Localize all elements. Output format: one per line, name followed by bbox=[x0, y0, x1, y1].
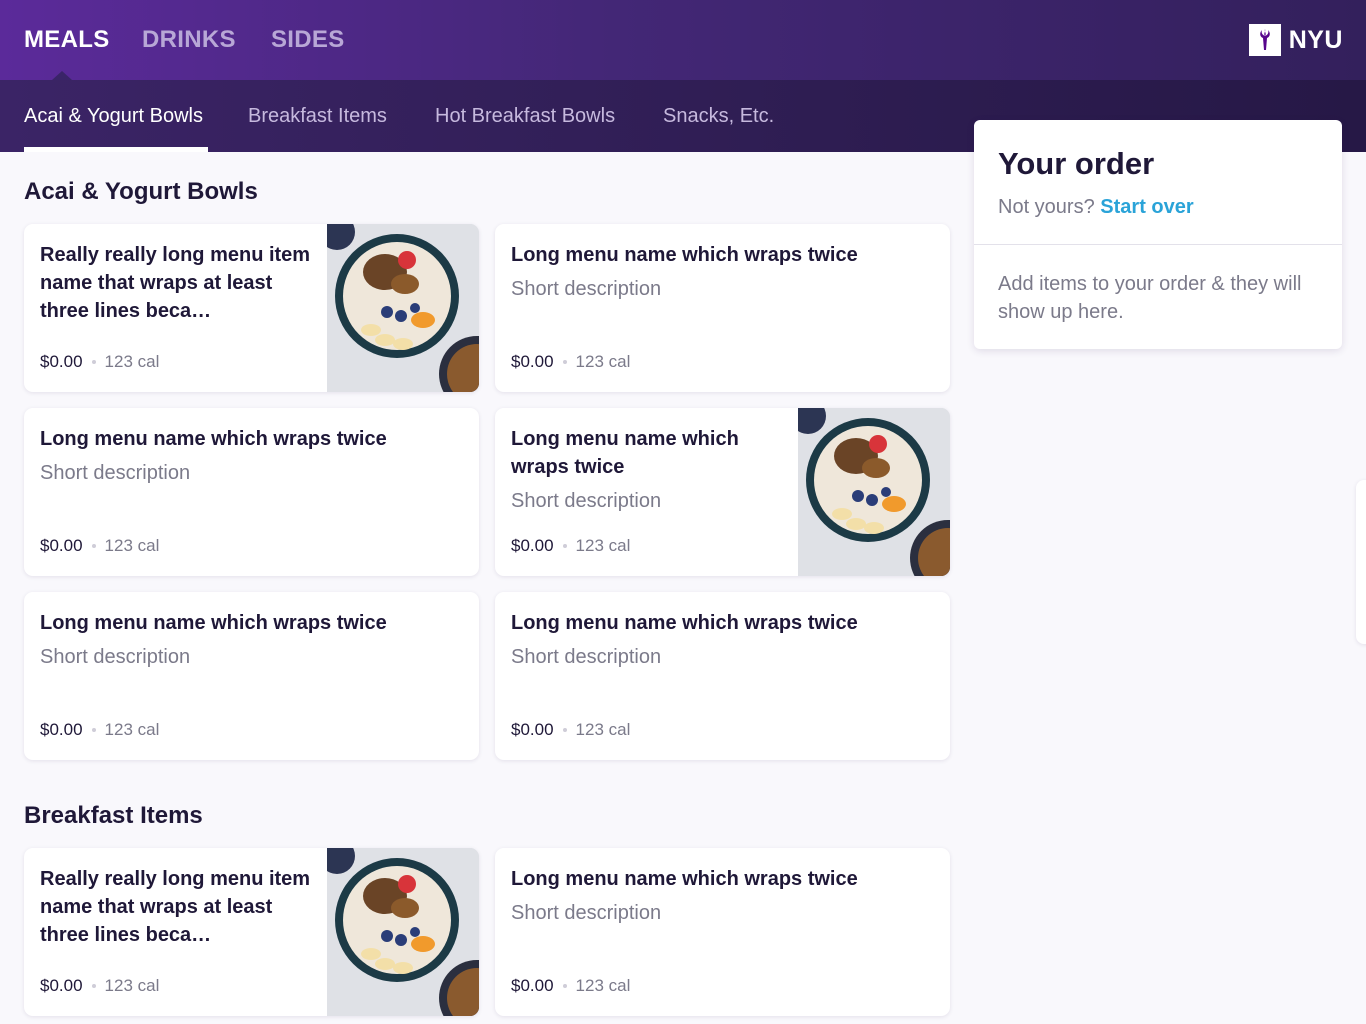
menu-item-card[interactable]: Long menu name which wraps twice Short d… bbox=[24, 408, 479, 576]
menu-item-calories: 123 cal bbox=[575, 536, 631, 555]
order-panel: Your order Not yours? Start over Add ite… bbox=[974, 120, 1342, 349]
acai-bowl-photo bbox=[798, 408, 950, 576]
menu-item-card[interactable]: Really really long menu item name that w… bbox=[24, 848, 479, 1016]
tab-drinks[interactable]: DRINKS bbox=[142, 26, 236, 54]
subtab-acai-yogurt-bowls[interactable]: Acai & Yogurt Bowls bbox=[24, 105, 203, 128]
menu-item-meta: $0.00 123 cal bbox=[40, 536, 159, 556]
start-over-link[interactable]: Start over bbox=[1100, 196, 1193, 218]
menu-item-card[interactable]: Long menu name which wraps twice Short d… bbox=[495, 408, 950, 576]
menu-item-price: $0.00 bbox=[40, 352, 83, 371]
menu-item-calories: 123 cal bbox=[104, 536, 160, 555]
separator-dot bbox=[562, 544, 567, 548]
order-title: Your order bbox=[998, 146, 1155, 181]
menu-item-name: Really really long menu item name that w… bbox=[40, 244, 311, 322]
not-yours-line: Not yours? Start over bbox=[998, 196, 1194, 219]
menu-item-description: Short description bbox=[511, 278, 662, 300]
section-title: Acai & Yogurt Bowls bbox=[24, 178, 258, 205]
menu-item-calories: 123 cal bbox=[104, 352, 160, 371]
menu-item-meta: $0.00 123 cal bbox=[511, 720, 630, 740]
active-subtab-underline bbox=[24, 147, 208, 152]
divider bbox=[974, 244, 1342, 245]
separator-dot bbox=[562, 984, 567, 988]
menu-item-name: Long menu name which wraps twice bbox=[511, 428, 739, 478]
menu-item-name: Long menu name which wraps twice bbox=[511, 612, 858, 634]
menu-item-meta: $0.00 123 cal bbox=[40, 976, 159, 996]
side-drawer-handle[interactable] bbox=[1356, 480, 1366, 644]
menu-item-calories: 123 cal bbox=[104, 976, 160, 995]
torch-icon bbox=[1248, 24, 1281, 56]
menu-item-calories: 123 cal bbox=[575, 976, 631, 995]
menu-item-description: Short description bbox=[511, 902, 662, 924]
menu-item-price: $0.00 bbox=[40, 536, 83, 555]
empty-order-message: Add items to your order & they will show… bbox=[998, 273, 1302, 323]
separator-dot bbox=[562, 728, 567, 732]
menu-item-name: Really really long menu item name that w… bbox=[40, 868, 311, 946]
menu-item-description: Short description bbox=[511, 646, 662, 668]
tab-meals[interactable]: MEALS bbox=[24, 26, 110, 54]
menu-item-description: Short description bbox=[40, 462, 191, 484]
menu-item-price: $0.00 bbox=[511, 720, 554, 739]
nyu-logo: NYU bbox=[1248, 24, 1343, 56]
menu-item-calories: 123 cal bbox=[104, 720, 160, 739]
menu-item-meta: $0.00 123 cal bbox=[511, 536, 630, 556]
menu-item-price: $0.00 bbox=[40, 720, 83, 739]
menu-item-card[interactable]: Long menu name which wraps twice Short d… bbox=[24, 592, 479, 760]
menu-item-name: Long menu name which wraps twice bbox=[40, 612, 387, 634]
separator-dot bbox=[562, 360, 567, 364]
menu-item-price: $0.00 bbox=[511, 352, 554, 371]
menu-item-card[interactable]: Really really long menu item name that w… bbox=[24, 224, 479, 392]
menu-item-card[interactable]: Long menu name which wraps twice Short d… bbox=[495, 224, 950, 392]
subtab-snacks-etc[interactable]: Snacks, Etc. bbox=[663, 105, 774, 128]
menu-item-price: $0.00 bbox=[511, 536, 554, 555]
section-title: Breakfast Items bbox=[24, 802, 203, 829]
menu-item-description: Short description bbox=[40, 646, 191, 668]
subtab-breakfast-items[interactable]: Breakfast Items bbox=[248, 105, 387, 128]
menu-item-calories: 123 cal bbox=[575, 352, 631, 371]
menu-item-name: Long menu name which wraps twice bbox=[511, 244, 858, 266]
menu-item-calories: 123 cal bbox=[575, 720, 631, 739]
tab-sides[interactable]: SIDES bbox=[271, 26, 345, 54]
logo-text: NYU bbox=[1288, 25, 1343, 54]
menu-item-meta: $0.00 123 cal bbox=[511, 352, 630, 372]
subtab-hot-breakfast-bowls[interactable]: Hot Breakfast Bowls bbox=[435, 105, 615, 128]
menu-item-price: $0.00 bbox=[511, 976, 554, 995]
menu-item-meta: $0.00 123 cal bbox=[511, 976, 630, 996]
menu-item-price: $0.00 bbox=[40, 976, 83, 995]
acai-bowl-photo bbox=[327, 224, 479, 392]
not-yours-text: Not yours? bbox=[998, 196, 1095, 218]
top-nav-bar: MEALS DRINKS SIDES NYU bbox=[0, 0, 1366, 80]
separator-dot bbox=[91, 984, 96, 988]
active-tab-indicator bbox=[52, 71, 72, 80]
menu-item-meta: $0.00 123 cal bbox=[40, 720, 159, 740]
separator-dot bbox=[91, 360, 96, 364]
menu-item-name: Long menu name which wraps twice bbox=[40, 428, 387, 450]
menu-item-description: Short description bbox=[511, 490, 662, 512]
menu-item-meta: $0.00 123 cal bbox=[40, 352, 159, 372]
menu-item-card[interactable]: Long menu name which wraps twice Short d… bbox=[495, 592, 950, 760]
menu-item-card[interactable]: Long menu name which wraps twice Short d… bbox=[495, 848, 950, 1016]
acai-bowl-photo bbox=[327, 848, 479, 1016]
separator-dot bbox=[91, 544, 96, 548]
separator-dot bbox=[91, 728, 96, 732]
menu-item-name: Long menu name which wraps twice bbox=[511, 868, 858, 890]
